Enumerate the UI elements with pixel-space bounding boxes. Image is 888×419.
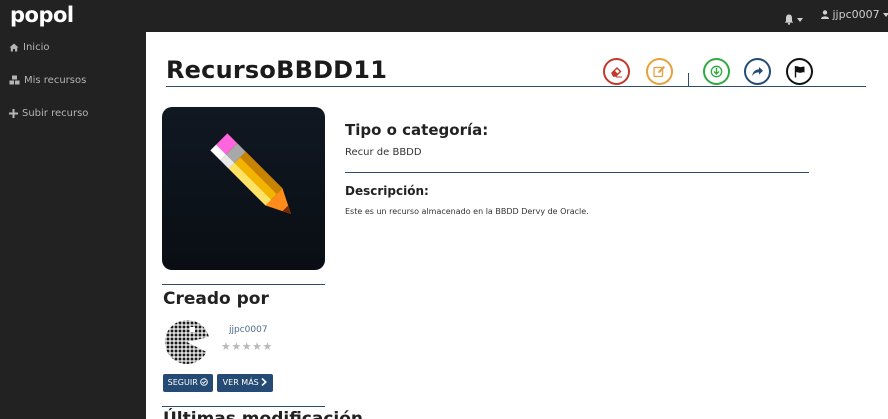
popol-logo[interactable]: popol	[10, 3, 80, 27]
plus-icon	[9, 109, 18, 118]
resource-thumbnail	[162, 107, 325, 270]
category-value: Recur de BBDD	[345, 147, 422, 158]
edit-icon	[653, 66, 665, 78]
download-icon	[710, 65, 723, 78]
chevron-down-icon	[882, 13, 888, 17]
chevron-down-icon	[797, 17, 803, 22]
sidebar-item-label: Mis recursos	[24, 75, 87, 86]
edit-button[interactable]	[646, 58, 673, 85]
flag-icon	[794, 66, 805, 78]
page-title: RecursoBBDD11	[166, 56, 388, 84]
download-button[interactable]	[703, 58, 730, 85]
home-icon	[9, 43, 19, 52]
actions-divider	[688, 73, 689, 87]
sidebar-item-label: Inicio	[23, 42, 50, 53]
description-value: Este es un recurso almacenado en la BBDD…	[345, 207, 589, 216]
cubes-icon	[9, 75, 20, 85]
pencil-icon	[210, 133, 292, 215]
modifications-heading: Últimas modificación	[163, 409, 364, 419]
sidebar-item-mis-recursos[interactable]: Mis recursos	[9, 72, 86, 90]
sidebar-item-label: Subir recurso	[22, 108, 89, 119]
username-label: jjpc0007	[832, 8, 880, 21]
share-icon	[752, 67, 763, 76]
pacman-icon	[164, 319, 209, 364]
user-icon	[821, 10, 829, 19]
creator-divider	[162, 284, 325, 285]
rating-stars: ★★★★★	[221, 340, 273, 353]
sidebar: Inicio Mis recursos Subir recurso	[0, 32, 146, 419]
notifications-button[interactable]	[784, 9, 804, 25]
description-heading: Descripción:	[345, 184, 429, 198]
sidebar-item-subir-recurso[interactable]: Subir recurso	[9, 105, 88, 123]
svg-text:popol: popol	[10, 3, 74, 27]
creator-heading: Creado por	[163, 289, 269, 309]
check-circle-icon	[200, 378, 209, 386]
avatar[interactable]	[162, 317, 212, 367]
report-button[interactable]	[786, 58, 813, 85]
user-menu[interactable]: jjpc0007	[821, 8, 888, 21]
see-more-button-label: VER MÁS	[222, 378, 259, 387]
follow-button[interactable]: SEGUIR	[163, 374, 213, 392]
author-name[interactable]: jjpc0007	[229, 325, 268, 335]
chevron-right-icon	[261, 377, 268, 387]
bell-icon	[784, 14, 794, 25]
category-heading: Tipo o categoría:	[345, 121, 489, 139]
delete-button[interactable]	[603, 58, 630, 85]
title-divider	[166, 86, 866, 87]
share-button[interactable]	[744, 58, 771, 85]
see-more-button[interactable]: VER MÁS	[217, 374, 273, 392]
details-divider	[345, 172, 809, 173]
eraser-icon	[611, 67, 622, 78]
modifications-divider	[162, 406, 325, 407]
sidebar-item-inicio[interactable]: Inicio	[9, 39, 49, 57]
follow-button-label: SEGUIR	[167, 378, 198, 387]
top-navbar: popol jjpc0007	[0, 0, 888, 32]
